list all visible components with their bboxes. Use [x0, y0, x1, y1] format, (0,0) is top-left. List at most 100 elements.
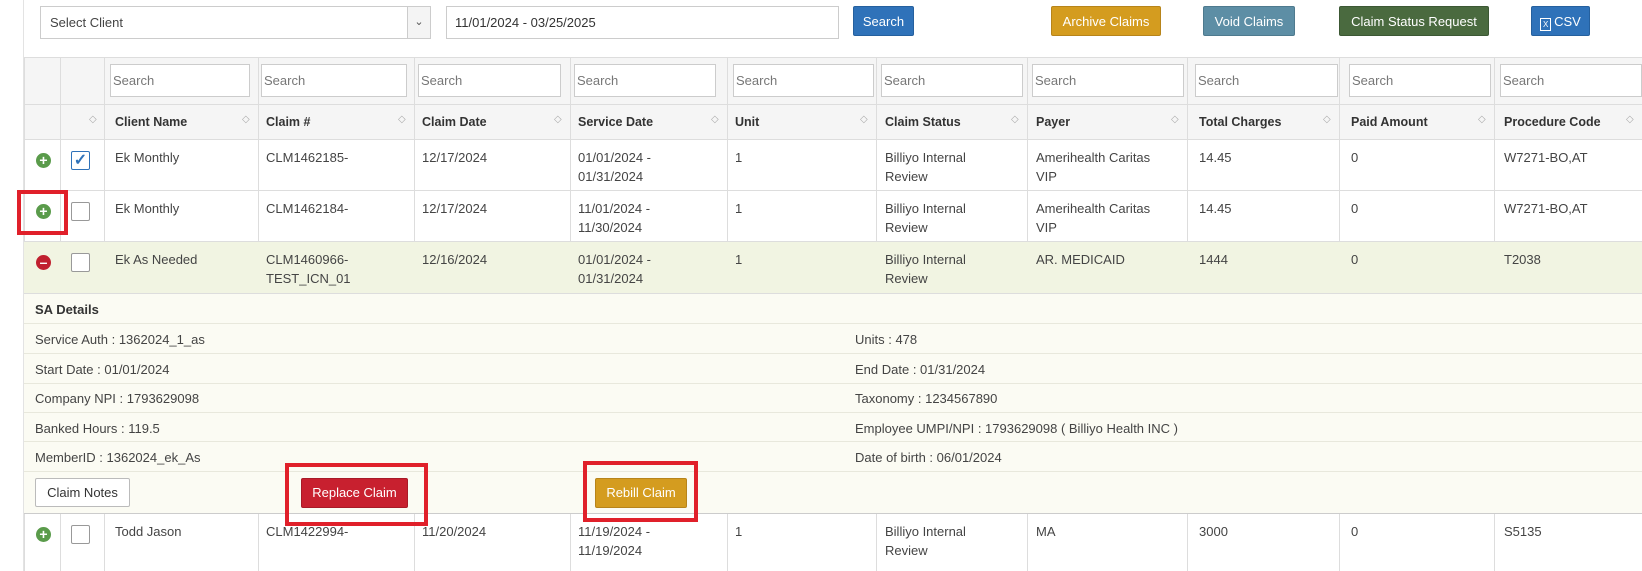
- table-cell: 01/01/2024 -: [578, 252, 652, 267]
- column-header[interactable]: Total Charges: [1199, 115, 1281, 129]
- column-search-input[interactable]: Search: [261, 64, 407, 97]
- column-header[interactable]: Claim Date: [422, 115, 487, 129]
- void-claims-button[interactable]: Void Claims: [1203, 6, 1295, 36]
- column-header[interactable]: Paid Amount: [1351, 115, 1428, 129]
- table-cell: Ek Monthly: [115, 150, 180, 165]
- column-header[interactable]: Claim Status: [885, 115, 961, 129]
- table-cell: T2038: [1504, 252, 1541, 267]
- search-button[interactable]: Search: [853, 6, 914, 36]
- claim-notes-button[interactable]: Claim Notes: [35, 478, 130, 507]
- table-cell: 01/31/2024: [578, 169, 644, 184]
- member-id: MemberID : 1362024_ek_As: [35, 450, 201, 465]
- table-cell: CLM1462185-: [266, 150, 349, 165]
- end-date: End Date : 01/31/2024: [855, 362, 986, 377]
- sort-icon[interactable]: ◇: [89, 114, 97, 125]
- details-panel-bg: [24, 293, 1642, 514]
- column-header[interactable]: Procedure Code: [1504, 115, 1601, 129]
- table-cell: W7271-BO,AT: [1504, 150, 1588, 165]
- table-cell: 1444: [1199, 252, 1228, 267]
- sort-icon[interactable]: ◇: [242, 114, 250, 125]
- table-cell: AR. MEDICAID: [1036, 252, 1125, 267]
- sort-icon[interactable]: ◇: [1323, 114, 1331, 125]
- table-cell: 11/30/2024: [578, 220, 643, 235]
- sort-icon[interactable]: ◇: [1171, 114, 1179, 125]
- client-select[interactable]: Select Client ⌄: [40, 6, 431, 39]
- sort-icon[interactable]: ◇: [1011, 114, 1019, 125]
- table-cell: TEST_ICN_01: [266, 271, 351, 286]
- table-cell: Billiyo Internal: [885, 252, 966, 267]
- column-divider: [727, 513, 728, 571]
- table-cell: Billiyo Internal: [885, 150, 966, 165]
- archive-claims-button[interactable]: Archive Claims: [1051, 6, 1161, 36]
- table-cell: Review: [885, 220, 928, 235]
- sort-icon[interactable]: ◇: [398, 114, 406, 125]
- column-divider: [258, 513, 259, 571]
- column-search-input[interactable]: Search: [418, 64, 561, 97]
- column-search-input[interactable]: Search: [1032, 64, 1184, 97]
- sort-icon[interactable]: ◇: [554, 114, 562, 125]
- file-excel-icon: X: [1540, 18, 1552, 31]
- column-search-input[interactable]: Search: [1195, 64, 1338, 97]
- sort-icon[interactable]: ◇: [1626, 114, 1634, 125]
- column-header[interactable]: Claim #: [266, 115, 310, 129]
- claim-status-request-button[interactable]: Claim Status Request: [1339, 6, 1489, 36]
- start-date: Start Date : 01/01/2024: [35, 362, 170, 377]
- column-search-input[interactable]: Search: [110, 64, 250, 97]
- table-cell: 12/17/2024: [422, 201, 488, 216]
- date-range-input[interactable]: 11/01/2024 - 03/25/2025: [446, 6, 839, 39]
- table-cell: Amerihealth Caritas: [1036, 150, 1151, 165]
- service-auth: Service Auth : 1362024_1_as: [35, 332, 205, 347]
- table-cell: VIP: [1036, 169, 1057, 184]
- company-npi: Company NPI : 1793629098: [35, 391, 200, 406]
- table-cell: Ek As Needed: [115, 252, 198, 267]
- table-cell: 12/16/2024: [422, 252, 488, 267]
- sort-icon[interactable]: ◇: [1478, 114, 1486, 125]
- collapse-row-icon[interactable]: –: [36, 255, 51, 270]
- table-cell: 11/19/2024: [578, 543, 643, 558]
- table-cell: Amerihealth Caritas: [1036, 201, 1151, 216]
- client-select-value: Select Client: [50, 15, 123, 30]
- row-select-checkbox[interactable]: [71, 525, 90, 544]
- table-cell: 1: [735, 252, 743, 267]
- table-cell: W7271-BO,AT: [1504, 201, 1588, 216]
- column-search-input[interactable]: Search: [881, 64, 1023, 97]
- csv-export-button[interactable]: X CSV: [1531, 6, 1590, 36]
- column-header[interactable]: Payer: [1036, 115, 1070, 129]
- column-search-input[interactable]: Search: [733, 64, 874, 97]
- table-cell: Review: [885, 543, 928, 558]
- table-cell: 1: [735, 201, 743, 216]
- row-select-checkbox[interactable]: [71, 253, 90, 272]
- column-divider: [570, 513, 571, 571]
- column-header[interactable]: Unit: [735, 115, 759, 129]
- table-cell: 01/31/2024: [578, 271, 644, 286]
- row-select-checkbox[interactable]: [71, 202, 90, 221]
- column-search-input[interactable]: Search: [1349, 64, 1491, 97]
- row-select-checkbox[interactable]: ✓: [71, 151, 90, 170]
- table-cell: CLM1462184-: [266, 201, 349, 216]
- taxonomy: Taxonomy : 1234567890: [855, 391, 998, 406]
- table-cell: Ek Monthly: [115, 201, 180, 216]
- table-cell: 01/01/2024 -: [578, 150, 652, 165]
- table-cell: MA: [1036, 524, 1056, 539]
- column-header[interactable]: Service Date: [578, 115, 653, 129]
- table-cell: 1: [735, 524, 743, 539]
- chevron-down-icon[interactable]: ⌄: [407, 7, 430, 38]
- expand-row-icon[interactable]: +: [36, 527, 51, 542]
- table-cell: Todd Jason: [115, 524, 182, 539]
- sort-icon[interactable]: ◇: [711, 114, 719, 125]
- table-cell: Billiyo Internal: [885, 524, 966, 539]
- expand-row-icon[interactable]: +: [36, 153, 51, 168]
- table-cell: 0: [1351, 524, 1359, 539]
- column-divider: [1027, 513, 1028, 571]
- table-cell: 12/17/2024: [422, 150, 488, 165]
- table-cell: Review: [885, 169, 928, 184]
- table-cell: 11/01/2024 -: [578, 201, 651, 216]
- column-header[interactable]: Client Name: [115, 115, 187, 129]
- details-title: SA Details: [35, 302, 99, 317]
- column-search-input[interactable]: Search: [574, 64, 716, 97]
- column-search-input[interactable]: Search: [1500, 64, 1642, 97]
- sort-icon[interactable]: ◇: [860, 114, 868, 125]
- banked-hours: Banked Hours : 119.5: [35, 421, 160, 436]
- column-divider: [1339, 513, 1340, 571]
- table-cell: 11/19/2024 -: [578, 524, 651, 539]
